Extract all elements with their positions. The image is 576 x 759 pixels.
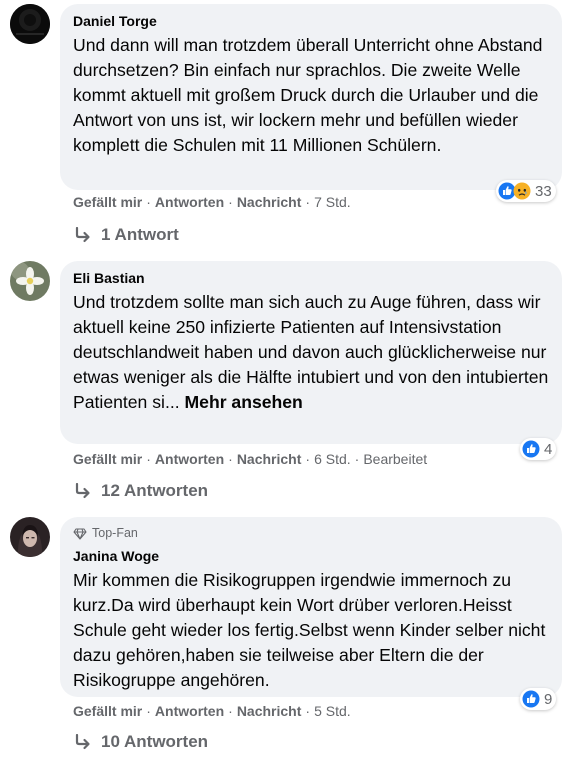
timestamp[interactable]: 6 Std.	[314, 451, 351, 467]
like-icon	[522, 690, 540, 708]
reactions-summary[interactable]: 4	[520, 438, 557, 460]
comment-author[interactable]: Janina Woge	[73, 547, 549, 566]
edited-label[interactable]: Bearbeitet	[363, 451, 427, 467]
like-button[interactable]: Gefällt mir	[73, 451, 142, 467]
view-replies-button[interactable]: 10 Antworten	[74, 732, 208, 752]
comment-author[interactable]: Daniel Torge	[73, 12, 549, 31]
comment-actions: Gefällt mir · Antworten · Nachricht · 7 …	[73, 194, 351, 210]
reaction-count: 33	[535, 182, 552, 200]
message-button[interactable]: Nachricht	[237, 194, 302, 210]
timestamp[interactable]: 7 Std.	[314, 194, 351, 210]
reactions-summary[interactable]: 9	[520, 688, 557, 710]
top-fan-badge: Top-Fan	[73, 525, 549, 542]
comment-bubble: Top-Fan Janina Woge Mir kommen die Risik…	[60, 517, 562, 697]
reactions-summary[interactable]: 33	[496, 180, 556, 202]
view-replies-button[interactable]: 1 Antwort	[74, 225, 179, 245]
diamond-icon	[73, 527, 87, 540]
comment-text: Mir kommen die Risikogruppen irgendwie i…	[73, 570, 546, 690]
avatar[interactable]	[10, 517, 50, 557]
like-button[interactable]: Gefällt mir	[73, 194, 142, 210]
reaction-count: 9	[544, 690, 553, 708]
like-icon	[522, 440, 540, 458]
timestamp[interactable]: 5 Std.	[314, 703, 351, 719]
sad-icon	[513, 182, 531, 200]
message-button[interactable]: Nachricht	[237, 451, 302, 467]
comment-bubble: Eli Bastian Und trotzdem sollte man sich…	[60, 261, 562, 444]
reply-arrow-icon	[75, 734, 90, 750]
comment-author[interactable]: Eli Bastian	[73, 269, 549, 288]
avatar[interactable]	[10, 4, 50, 44]
replies-count: 12 Antworten	[101, 481, 209, 500]
comment-text: Und dann will man trotzdem überall Unter…	[73, 35, 543, 155]
message-button[interactable]: Nachricht	[237, 703, 302, 719]
avatar-image	[10, 4, 50, 44]
replies-count: 10 Antworten	[101, 732, 209, 751]
comment-actions: Gefällt mir · Antworten · Nachricht · 6 …	[73, 451, 428, 467]
reply-arrow-icon	[75, 227, 90, 243]
comment-bubble: Daniel Torge Und dann will man trotzdem …	[60, 4, 562, 190]
avatar-image	[10, 261, 50, 301]
comment-text-body: Und trotzdem sollte man sich auch zu Aug…	[73, 292, 549, 412]
badge-label: Top-Fan	[92, 526, 138, 540]
replies-count: 1 Antwort	[101, 225, 179, 244]
comment-text: Und trotzdem sollte man sich auch zu Aug…	[73, 290, 549, 415]
view-replies-button[interactable]: 12 Antworten	[74, 481, 208, 501]
reply-button[interactable]: Antworten	[155, 703, 224, 719]
see-more-link[interactable]: Mehr ansehen	[185, 392, 303, 412]
reaction-count: 4	[544, 440, 553, 458]
like-button[interactable]: Gefällt mir	[73, 703, 142, 719]
reply-button[interactable]: Antworten	[155, 194, 224, 210]
avatar-image	[10, 517, 50, 557]
reply-button[interactable]: Antworten	[155, 451, 224, 467]
avatar[interactable]	[10, 261, 50, 301]
comment-actions: Gefällt mir · Antworten · Nachricht · 5 …	[73, 703, 351, 719]
reply-arrow-icon	[75, 483, 90, 499]
